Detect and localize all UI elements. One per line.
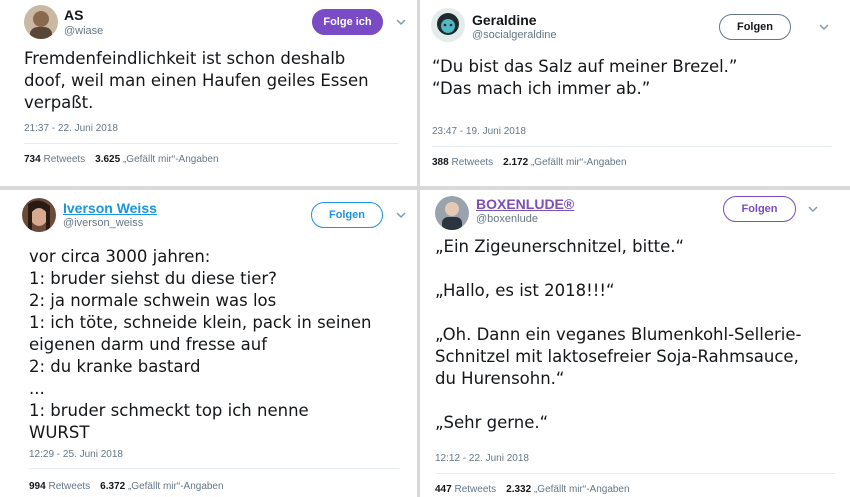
chevron-down-icon[interactable] bbox=[394, 208, 408, 222]
like-count[interactable]: 2.332 bbox=[506, 484, 531, 495]
author-handle[interactable]: @iverson_weiss bbox=[63, 217, 143, 229]
retweet-count[interactable]: 734 bbox=[24, 154, 41, 165]
author-name[interactable]: Geraldine bbox=[472, 12, 537, 28]
tweet-stats: 994 Retweets 6.372 „Gefällt mir“-Angaben bbox=[29, 481, 224, 492]
chevron-down-icon[interactable] bbox=[806, 202, 820, 216]
tweet-text-line: „Sehr gerne.“ bbox=[435, 413, 549, 432]
likes-label[interactable]: „Gefällt mir“-Angaben bbox=[123, 154, 219, 165]
tweet-text-line bbox=[435, 390, 801, 412]
tweet-text-line: “Das mach ich immer ab.” bbox=[432, 79, 651, 98]
tweet-text-line: doof, weil man einen Haufen geiles Essen bbox=[24, 71, 369, 90]
author-handle[interactable]: @boxenlude bbox=[476, 213, 538, 225]
tweet-text: Fremdenfeindlichkeit ist schon deshalb do… bbox=[24, 48, 369, 114]
tweet-text: „Ein Zigeunerschnitzel, bitte.“ „Hallo, … bbox=[435, 236, 801, 434]
divider bbox=[29, 468, 399, 469]
divider bbox=[24, 143, 399, 144]
likes-label[interactable]: „Gefällt mir“-Angaben bbox=[128, 481, 224, 492]
retweet-count[interactable]: 388 bbox=[432, 157, 449, 168]
tweet-stats: 447 Retweets 2.332 „Gefällt mir“-Angaben bbox=[435, 484, 630, 495]
tweet-text-line: “Du bist das Salz auf meiner Brezel.” bbox=[432, 57, 738, 76]
like-count[interactable]: 3.625 bbox=[95, 154, 120, 165]
timestamp[interactable]: 12:29 - 25. Juni 2018 bbox=[29, 449, 123, 460]
follow-button[interactable]: Folgen bbox=[311, 202, 383, 228]
avatar[interactable] bbox=[435, 196, 469, 230]
tweet-text-line: „Oh. Dann ein veganes Blumenkohl-Selleri… bbox=[435, 325, 802, 344]
author-handle[interactable]: @socialgeraldine bbox=[472, 29, 557, 41]
retweets-label[interactable]: Retweets bbox=[454, 484, 496, 495]
tweet-text-line: eigenen darm und fresse auf bbox=[29, 335, 268, 354]
tweet-stats: 388 Retweets 2.172 „Gefällt mir“-Angaben bbox=[432, 157, 627, 168]
follow-button[interactable]: Folgen bbox=[723, 196, 796, 222]
tweet-text-line: 2: ja normale schwein was los bbox=[29, 291, 277, 310]
tweet-text: vor circa 3000 jahren: 1: bruder siehst d… bbox=[29, 246, 372, 444]
retweet-count[interactable]: 447 bbox=[435, 484, 452, 495]
chevron-down-icon[interactable] bbox=[394, 15, 408, 29]
tweet-text-line: du Hurensohn.“ bbox=[435, 369, 565, 388]
like-count[interactable]: 6.372 bbox=[100, 481, 125, 492]
tweet-text-line: WURST bbox=[29, 423, 90, 442]
follow-button[interactable]: Folgen bbox=[719, 14, 791, 40]
like-count[interactable]: 2.172 bbox=[503, 157, 528, 168]
retweet-count[interactable]: 994 bbox=[29, 481, 46, 492]
tweet-text-line bbox=[435, 302, 801, 324]
tweet-text-line bbox=[435, 258, 801, 280]
tweet-card-geraldine: Geraldine @socialgeraldine Folgen “Du bi… bbox=[420, 0, 850, 186]
likes-label[interactable]: „Gefällt mir“-Angaben bbox=[531, 157, 627, 168]
divider bbox=[432, 146, 832, 147]
tweet-text-line: ... bbox=[29, 379, 45, 398]
retweets-label[interactable]: Retweets bbox=[451, 157, 493, 168]
tweet-text-line: Fremdenfeindlichkeit ist schon deshalb bbox=[24, 49, 346, 68]
tweet-text-line: 1: bruder schmeckt top ich nenne bbox=[29, 401, 309, 420]
timestamp[interactable]: 21:37 - 22. Juni 2018 bbox=[24, 123, 118, 134]
tweet-text-line: 2: du kranke bastard bbox=[29, 357, 201, 376]
tweet-text-line: Schnitzel mit laktosefreier Soja-Rahmsau… bbox=[435, 347, 799, 366]
divider bbox=[435, 473, 835, 474]
tweet-text-line: „Ein Zigeunerschnitzel, bitte.“ bbox=[435, 237, 685, 256]
avatar[interactable] bbox=[431, 8, 465, 42]
likes-label[interactable]: „Gefällt mir“-Angaben bbox=[534, 484, 630, 495]
tweet-card-as: AS @wiase Folge ich Fremdenfeindlichkeit… bbox=[0, 0, 417, 186]
author-name[interactable]: AS bbox=[64, 7, 83, 23]
retweets-label[interactable]: Retweets bbox=[48, 481, 90, 492]
author-name[interactable]: Iverson Weiss bbox=[63, 200, 157, 216]
author-handle[interactable]: @wiase bbox=[64, 25, 103, 37]
avatar[interactable] bbox=[24, 5, 58, 39]
tweet-text-line: verpaßt. bbox=[24, 93, 94, 112]
tweet-stats: 734 Retweets 3.625 „Gefällt mir“-Angaben bbox=[24, 154, 219, 165]
timestamp[interactable]: 12:12 - 22. Juni 2018 bbox=[435, 453, 529, 464]
chevron-down-icon[interactable] bbox=[817, 20, 831, 34]
avatar[interactable] bbox=[22, 198, 56, 232]
tweet-text-line: 1: ich töte, schneide klein, pack in sei… bbox=[29, 313, 372, 332]
author-name[interactable]: BOXENLUDE® bbox=[476, 196, 574, 212]
tweet-text-line: vor circa 3000 jahren: bbox=[29, 247, 211, 266]
timestamp[interactable]: 23:47 - 19. Juni 2018 bbox=[432, 126, 526, 137]
tweet-card-boxenlude: BOXENLUDE® @boxenlude Folgen „Ein Zigeun… bbox=[420, 190, 850, 497]
follow-button[interactable]: Folge ich bbox=[312, 9, 383, 35]
tweet-text: “Du bist das Salz auf meiner Brezel.” “Da… bbox=[432, 56, 737, 100]
tweet-card-iverson-weiss: Iverson Weiss @iverson_weiss Folgen vor … bbox=[0, 190, 417, 497]
tweet-text-line: 1: bruder siehst du diese tier? bbox=[29, 269, 277, 288]
tweet-text-line: „Hallo, es ist 2018!!!“ bbox=[435, 281, 615, 300]
retweets-label[interactable]: Retweets bbox=[43, 154, 85, 165]
